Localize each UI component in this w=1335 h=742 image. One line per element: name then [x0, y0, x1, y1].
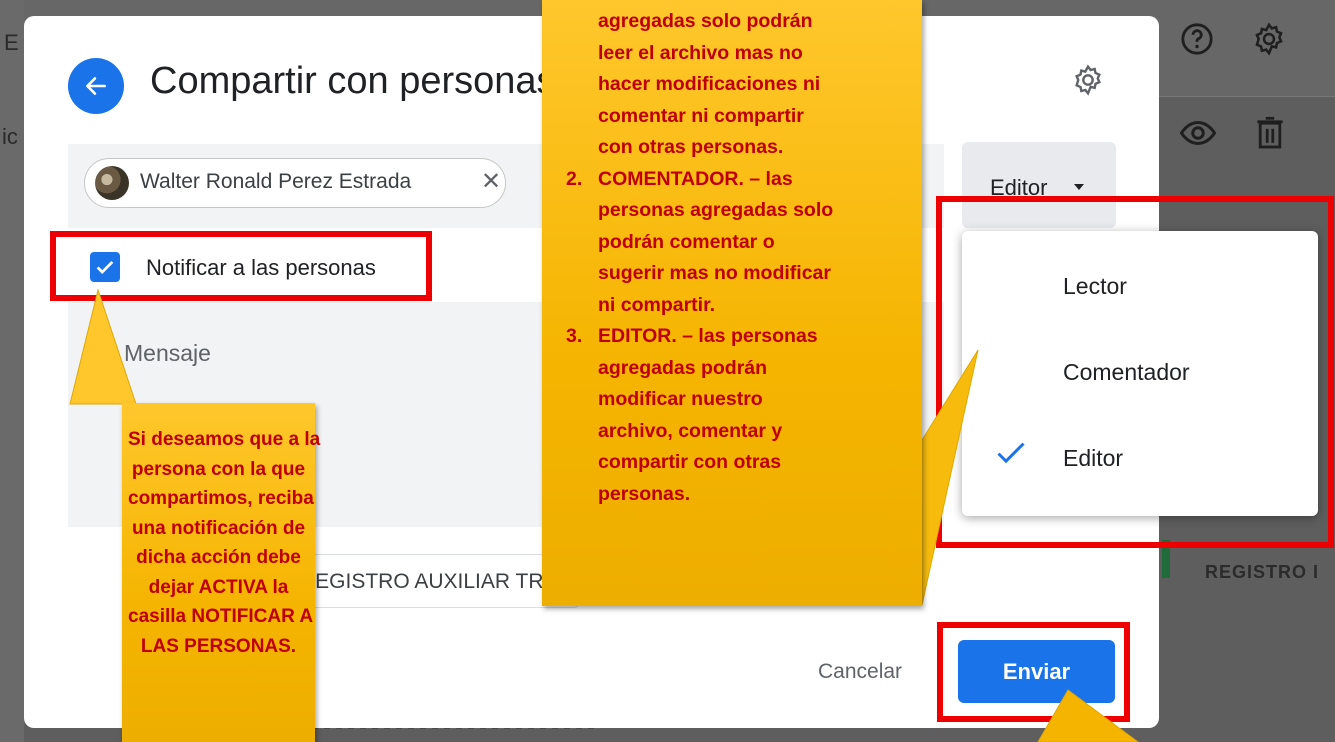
callout-roles-explanation: agregadas solo podrán leer el archivo ma… [542, 0, 922, 606]
callout-line: sugerir mas no modificar [598, 262, 831, 284]
callout-line: EDITOR. – las personas [598, 325, 818, 347]
callout-line: compartimos, reciba [128, 488, 314, 509]
callout-line: persona con la que [131, 458, 306, 480]
callout-line: ni compartir. [598, 293, 716, 316]
callout-line: compartir con otras [598, 451, 782, 473]
callout-line: con otras personas. [598, 136, 784, 158]
callout-line: LAS PERSONAS. [140, 635, 297, 657]
callout-list-item: 2. COMENTADOR. – las personas agregadas … [566, 164, 902, 322]
callout-line: casilla NOTIFICAR A [128, 606, 314, 627]
callout-line: hacer modificaciones ni [598, 73, 821, 95]
callout-line: agregadas podrán [598, 356, 768, 379]
callout-line: archivo, comentar y [598, 419, 783, 442]
callout-list-number: 2. [566, 167, 583, 190]
callout-line: personas. [598, 482, 691, 505]
callout-line: comentar ni compartir [598, 104, 804, 127]
callout-line: leer el archivo mas no [598, 41, 803, 64]
callout-line: agregadas solo podrán [598, 10, 813, 32]
callout-list-number: 3. [566, 325, 583, 347]
callout-line: podrán comentar o [598, 230, 775, 253]
callout-list-item: 3. EDITOR. – las personas agregadas podr… [566, 321, 902, 510]
callout-notify-explanation: Si deseamos que a la persona con la que … [122, 403, 321, 742]
callout-line: dicha acción debe [136, 547, 301, 568]
callout-line: Si deseamos que a la [128, 429, 321, 450]
callout-line: modificar nuestro [598, 388, 763, 410]
callout-line: una notificación de [131, 517, 306, 539]
callout-line: dejar ACTIVA la [148, 576, 289, 598]
callout-line: COMENTADOR. – las [598, 167, 793, 190]
callout-line: personas agregadas solo [598, 199, 834, 221]
